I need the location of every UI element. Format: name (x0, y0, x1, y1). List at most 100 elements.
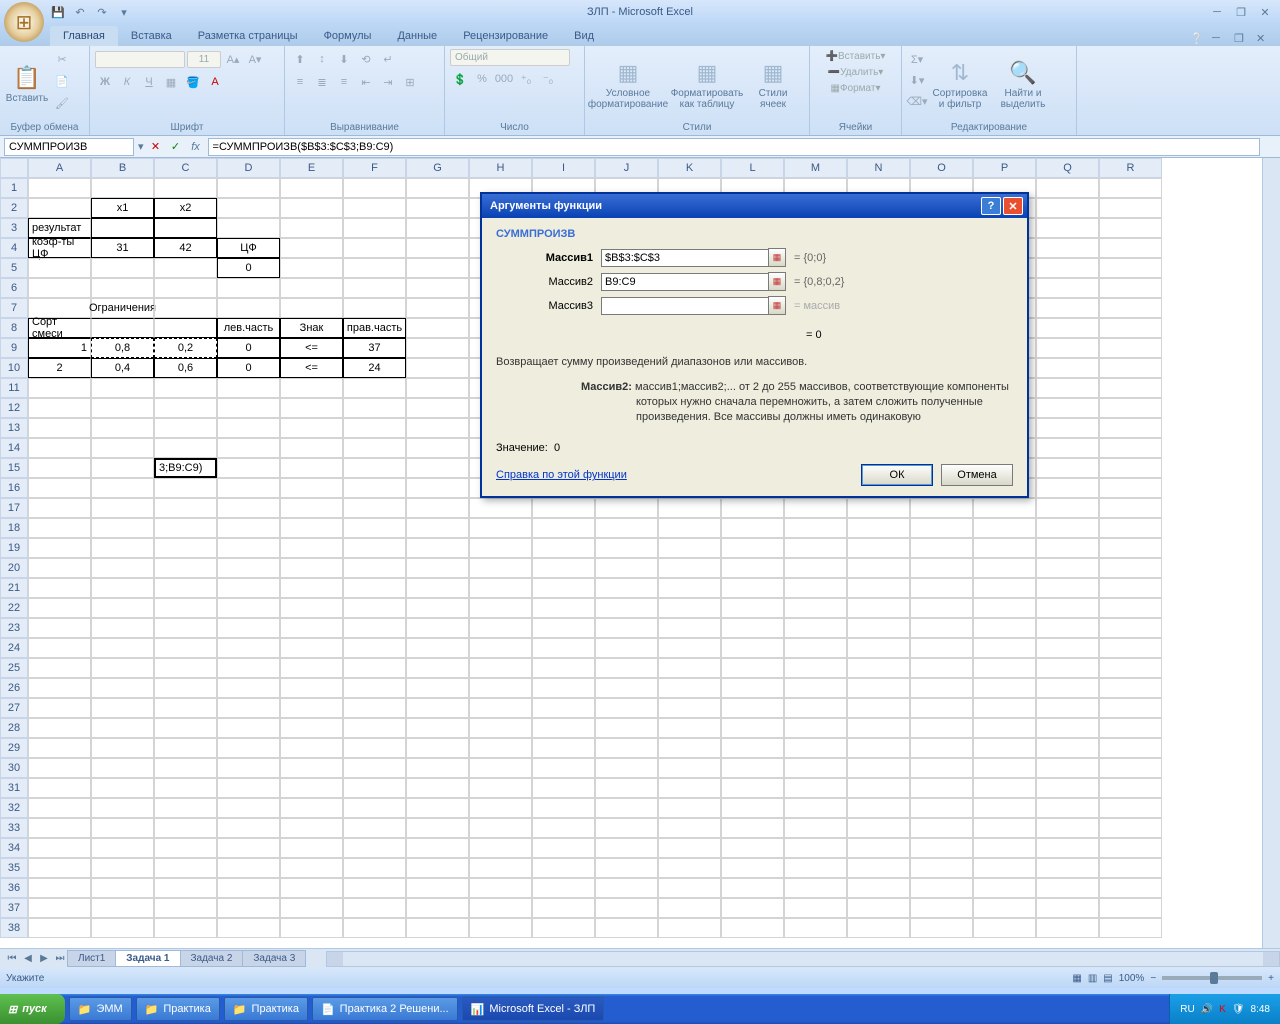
cell-E32[interactable] (280, 798, 343, 818)
cell-K28[interactable] (658, 718, 721, 738)
cell-I21[interactable] (532, 578, 595, 598)
column-header[interactable]: P (973, 158, 1036, 178)
cell-E20[interactable] (280, 558, 343, 578)
cell-C34[interactable] (154, 838, 217, 858)
cell-C25[interactable] (154, 658, 217, 678)
cell-C30[interactable] (154, 758, 217, 778)
arg1-ref-icon[interactable]: ▦ (768, 248, 786, 267)
cell-R23[interactable] (1099, 618, 1162, 638)
cell-E33[interactable] (280, 818, 343, 838)
cell-P17[interactable] (973, 498, 1036, 518)
fill-icon[interactable]: ⬇▾ (907, 70, 927, 90)
cell-A28[interactable] (28, 718, 91, 738)
cell-J37[interactable] (595, 898, 658, 918)
cell-H17[interactable] (469, 498, 532, 518)
cell-P24[interactable] (973, 638, 1036, 658)
cell-M21[interactable] (784, 578, 847, 598)
cell-B3[interactable] (91, 218, 154, 238)
cell-styles-button[interactable]: ▦Стили ячеек (748, 49, 798, 120)
column-header[interactable]: R (1099, 158, 1162, 178)
cell-E3[interactable] (280, 218, 343, 238)
cell-E35[interactable] (280, 858, 343, 878)
cell-K23[interactable] (658, 618, 721, 638)
cell-A32[interactable] (28, 798, 91, 818)
cell-B26[interactable] (91, 678, 154, 698)
cell-B18[interactable] (91, 518, 154, 538)
column-header[interactable]: D (217, 158, 280, 178)
cell-A29[interactable] (28, 738, 91, 758)
cell-F24[interactable] (343, 638, 406, 658)
cell-J24[interactable] (595, 638, 658, 658)
taskbar-item[interactable]: 📁Практика (224, 997, 308, 1021)
cell-D36[interactable] (217, 878, 280, 898)
cell-K35[interactable] (658, 858, 721, 878)
currency-icon[interactable]: 💲 (450, 69, 470, 89)
cell-R5[interactable] (1099, 258, 1162, 278)
cell-P23[interactable] (973, 618, 1036, 638)
cell-F10[interactable]: 24 (343, 358, 406, 378)
ribbon-close-icon[interactable]: ✕ (1256, 32, 1270, 46)
cell-C31[interactable] (154, 778, 217, 798)
cell-A11[interactable] (28, 378, 91, 398)
cell-P32[interactable] (973, 798, 1036, 818)
view-break-icon[interactable]: ▤ (1103, 973, 1112, 984)
cell-C26[interactable] (154, 678, 217, 698)
format-painter-icon[interactable]: 🖌 (52, 93, 72, 113)
cell-B16[interactable] (91, 478, 154, 498)
cell-C8[interactable] (154, 318, 217, 338)
cell-R4[interactable] (1099, 238, 1162, 258)
cell-B1[interactable] (91, 178, 154, 198)
copy-icon[interactable]: 📄 (52, 71, 72, 91)
cell-L29[interactable] (721, 738, 784, 758)
row-header[interactable]: 33 (0, 818, 28, 838)
cell-F1[interactable] (343, 178, 406, 198)
find-select-button[interactable]: 🔍Найти и выделить (993, 49, 1053, 120)
cell-O20[interactable] (910, 558, 973, 578)
cell-I25[interactable] (532, 658, 595, 678)
cell-F38[interactable] (343, 918, 406, 938)
column-header[interactable]: I (532, 158, 595, 178)
help-icon[interactable]: ❔ (1190, 32, 1204, 46)
cell-F17[interactable] (343, 498, 406, 518)
cell-J19[interactable] (595, 538, 658, 558)
close-icon[interactable]: ✕ (1254, 4, 1276, 20)
cell-A18[interactable] (28, 518, 91, 538)
cell-B22[interactable] (91, 598, 154, 618)
cell-F11[interactable] (343, 378, 406, 398)
cell-B20[interactable] (91, 558, 154, 578)
row-header[interactable]: 37 (0, 898, 28, 918)
cell-B33[interactable] (91, 818, 154, 838)
cell-H20[interactable] (469, 558, 532, 578)
cell-F15[interactable] (343, 458, 406, 478)
cell-E26[interactable] (280, 678, 343, 698)
ok-button[interactable]: ОК (861, 464, 933, 486)
sort-filter-button[interactable]: ⇅Сортировка и фильтр (930, 49, 990, 120)
cell-A37[interactable] (28, 898, 91, 918)
cell-D32[interactable] (217, 798, 280, 818)
font-family-select[interactable] (95, 51, 185, 68)
cell-N33[interactable] (847, 818, 910, 838)
cell-Q8[interactable] (1036, 318, 1099, 338)
cell-O38[interactable] (910, 918, 973, 938)
cell-D1[interactable] (217, 178, 280, 198)
cell-N24[interactable] (847, 638, 910, 658)
cell-D29[interactable] (217, 738, 280, 758)
cell-E2[interactable] (280, 198, 343, 218)
cell-N17[interactable] (847, 498, 910, 518)
cell-R18[interactable] (1099, 518, 1162, 538)
cell-G34[interactable] (406, 838, 469, 858)
cell-G2[interactable] (406, 198, 469, 218)
cell-O30[interactable] (910, 758, 973, 778)
cell-O31[interactable] (910, 778, 973, 798)
name-box[interactable]: СУММПРОИЗВ (4, 138, 134, 156)
cell-F28[interactable] (343, 718, 406, 738)
cell-C17[interactable] (154, 498, 217, 518)
zoom-in-icon[interactable]: + (1268, 973, 1274, 984)
cell-G14[interactable] (406, 438, 469, 458)
cell-B4[interactable]: 31 (91, 238, 154, 258)
row-header[interactable]: 26 (0, 678, 28, 698)
cell-Q5[interactable] (1036, 258, 1099, 278)
cell-O37[interactable] (910, 898, 973, 918)
cell-D35[interactable] (217, 858, 280, 878)
cell-E31[interactable] (280, 778, 343, 798)
